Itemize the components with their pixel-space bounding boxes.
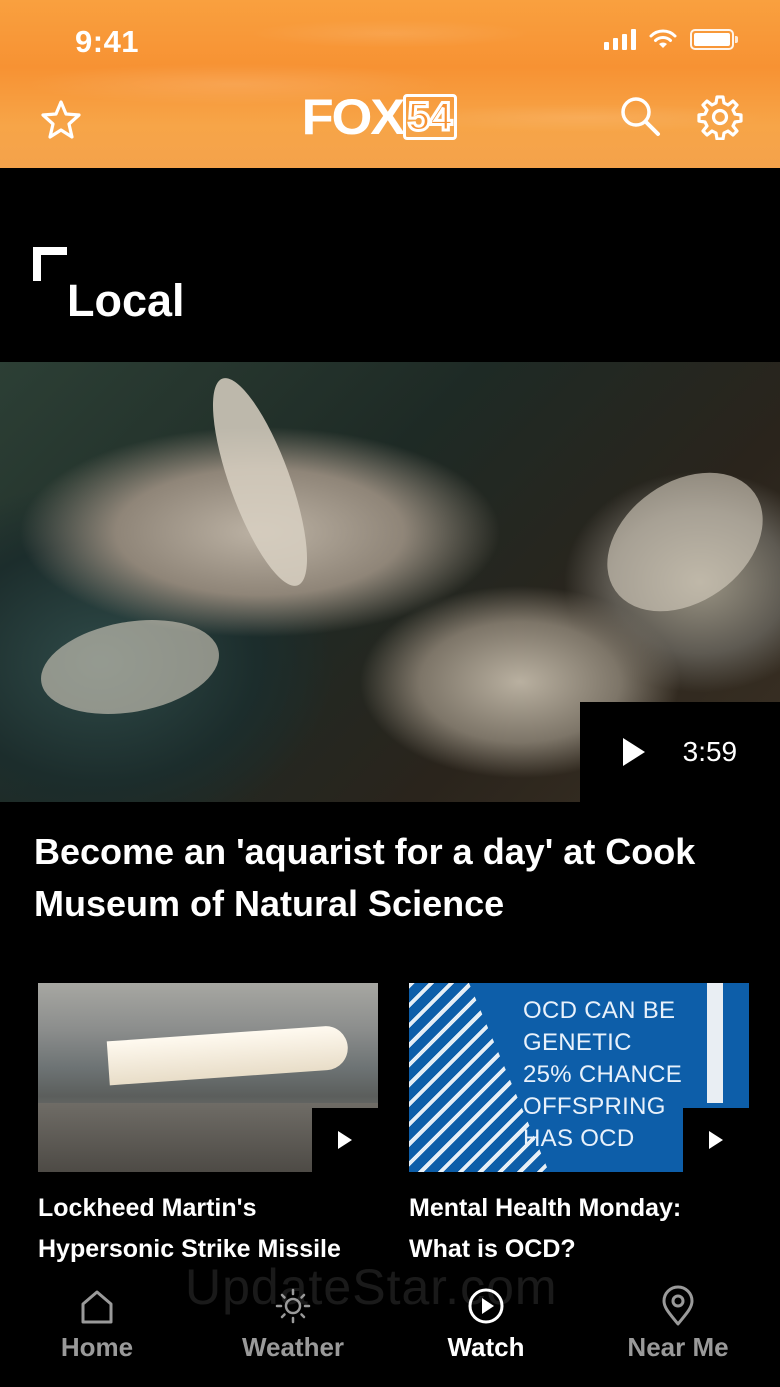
status-time: 9:41	[75, 24, 140, 59]
play-icon	[622, 738, 645, 766]
app-header: 9:41 FOX 54	[0, 0, 780, 168]
cellular-signal-icon	[604, 28, 636, 50]
tab-home[interactable]: Home	[22, 1284, 172, 1363]
fox54-logo: FOX 54	[301, 89, 458, 145]
logo-fox-text: FOX	[301, 89, 406, 145]
play-icon	[709, 1131, 723, 1149]
wifi-icon	[649, 29, 677, 48]
card-play-button[interactable]	[683, 1108, 749, 1172]
play-circle-icon	[468, 1288, 504, 1324]
battery-icon	[690, 28, 738, 50]
thumbnail-text: OCD CAN BE GENETIC 25% CHANCE OFFSPRING …	[523, 997, 683, 1152]
logo-number: 54	[402, 94, 458, 140]
card-thumbnail[interactable]: OCD CAN BE GENETIC 25% CHANCE OFFSPRING …	[409, 983, 749, 1172]
sun-icon	[275, 1288, 311, 1324]
star-icon[interactable]	[40, 99, 82, 139]
hero-headline[interactable]: Become an 'aquarist for a day' at Cook M…	[34, 826, 734, 930]
tab-near-me[interactable]: Near Me	[603, 1284, 753, 1363]
location-pin-icon	[662, 1285, 694, 1326]
video-duration: 3:59	[682, 736, 738, 767]
tab-watch[interactable]: Watch	[411, 1284, 561, 1363]
gear-icon[interactable]	[697, 94, 743, 140]
section-corner-icon	[33, 247, 67, 281]
section-title: Local	[67, 275, 185, 326]
play-icon	[338, 1131, 352, 1149]
home-icon	[81, 1290, 113, 1324]
card-thumbnail[interactable]	[38, 983, 378, 1172]
card-play-button[interactable]	[312, 1108, 378, 1172]
tab-weather[interactable]: Weather	[218, 1284, 368, 1363]
status-icons	[604, 28, 738, 50]
hero-play-button[interactable]: 3:59	[580, 702, 780, 802]
video-card-ocd[interactable]: OCD CAN BE GENETIC 25% CHANCE OFFSPRING …	[409, 983, 749, 1270]
video-card-lockheed[interactable]: Lockheed Martin's Hypersonic Strike Miss…	[38, 983, 378, 1270]
search-icon[interactable]	[618, 94, 662, 138]
